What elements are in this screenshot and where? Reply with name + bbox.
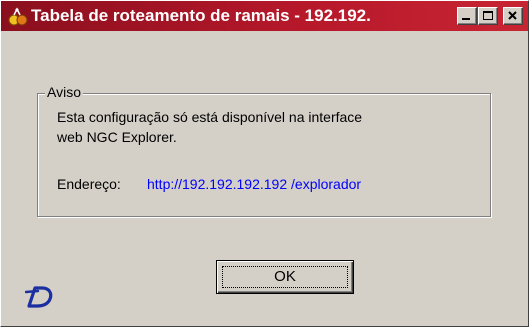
close-button[interactable] (503, 7, 523, 25)
window-title: Tabela de roteamento de ramais - 192.192… (31, 6, 371, 25)
warning-message-line-2: web NGC Explorer. (57, 129, 177, 145)
ok-button-label: OK (274, 268, 296, 285)
groupbox-legend: Aviso (45, 83, 83, 101)
address-link[interactable]: http://192.192.192.192 /explorador (147, 175, 361, 193)
close-icon (508, 11, 517, 20)
warning-message-line-1: Esta configuração só está disponível na … (57, 109, 363, 125)
ok-button[interactable]: OK (216, 260, 354, 294)
minimize-button[interactable] (457, 7, 477, 25)
address-label: Endereço: (57, 176, 121, 192)
brand-logo-icon (24, 284, 55, 310)
app-icon[interactable] (8, 7, 28, 27)
title-bar[interactable]: Tabela de roteamento de ramais - 192.192… (1, 1, 528, 31)
maximize-icon (483, 11, 493, 20)
dialog-window: Tabela de roteamento de ramais - 192.192… (0, 0, 529, 327)
maximize-button[interactable] (478, 7, 498, 25)
minimize-icon (462, 18, 470, 20)
